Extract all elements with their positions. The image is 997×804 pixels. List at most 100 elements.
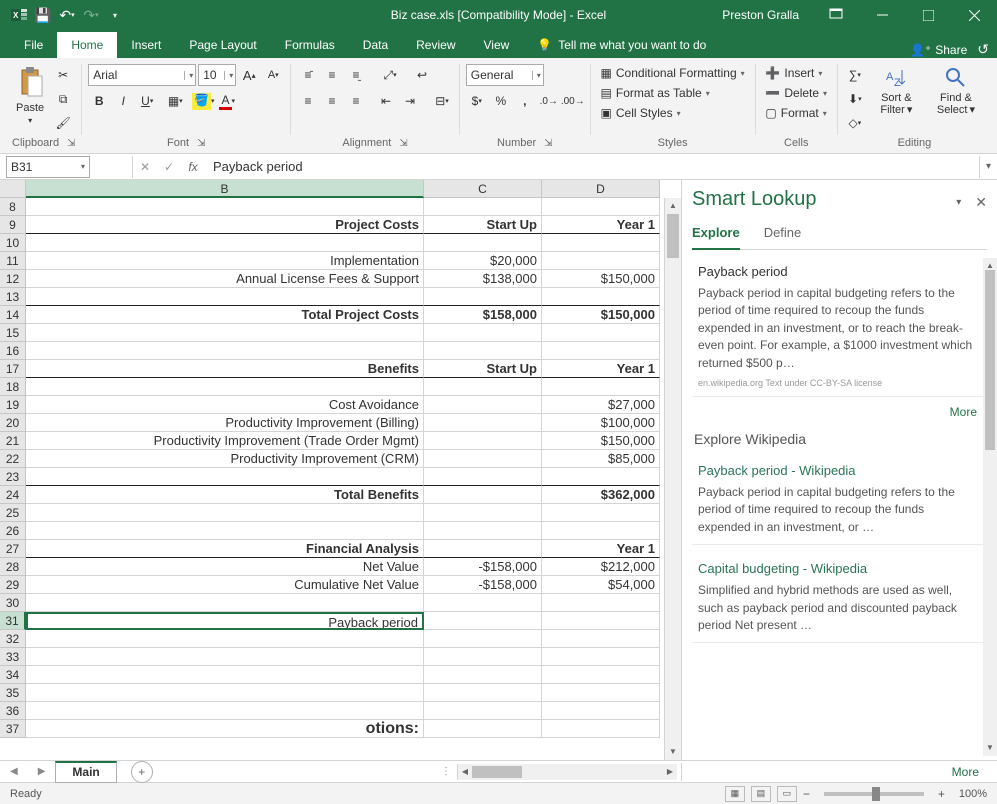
cell-B10[interactable] <box>26 234 424 252</box>
increase-decimal-icon[interactable]: .0→ <box>538 90 560 112</box>
row-header-20[interactable]: 20 <box>0 414 26 432</box>
cell-B35[interactable] <box>26 684 424 702</box>
tab-data[interactable]: Data <box>349 32 402 58</box>
cell-D13[interactable] <box>542 288 660 306</box>
row-header-17[interactable]: 17 <box>0 360 26 378</box>
cell-C36[interactable] <box>424 702 542 720</box>
cell-D10[interactable] <box>542 234 660 252</box>
cell-B26[interactable] <box>26 522 424 540</box>
row-header-25[interactable]: 25 <box>0 504 26 522</box>
tab-home[interactable]: Home <box>57 32 117 58</box>
cell-D33[interactable] <box>542 648 660 666</box>
cell-D14[interactable]: $150,000 <box>542 306 660 324</box>
cell-D11[interactable] <box>542 252 660 270</box>
add-sheet-button[interactable]: + <box>131 761 153 783</box>
autosum-icon[interactable]: ∑ ▾ <box>844 64 866 86</box>
increase-indent-icon[interactable]: ⇥ <box>399 90 421 112</box>
cell-B22[interactable]: Productivity Improvement (CRM) <box>26 450 424 468</box>
undo-icon[interactable]: ↶▾ <box>58 6 76 24</box>
cell-B9[interactable]: Project Costs <box>26 216 424 234</box>
cell-C37[interactable] <box>424 720 542 738</box>
maximize-icon[interactable] <box>905 0 951 30</box>
pane-tab-define[interactable]: Define <box>764 219 802 249</box>
close-icon[interactable] <box>951 0 997 30</box>
cell-C13[interactable] <box>424 288 542 306</box>
cell-D26[interactable] <box>542 522 660 540</box>
hscroll-thumb[interactable] <box>472 766 522 778</box>
cell-B28[interactable]: Net Value <box>26 558 424 576</box>
cell-D27[interactable]: Year 1 <box>542 540 660 558</box>
cut-icon[interactable]: ✂ <box>52 64 74 86</box>
row-header-12[interactable]: 12 <box>0 270 26 288</box>
row-header-10[interactable]: 10 <box>0 234 26 252</box>
sheet-nav-prev-icon[interactable]: ◀ <box>0 766 28 777</box>
row-header-32[interactable]: 32 <box>0 630 26 648</box>
cell-C35[interactable] <box>424 684 542 702</box>
cell-B15[interactable] <box>26 324 424 342</box>
cell-C15[interactable] <box>424 324 542 342</box>
cell-B12[interactable]: Annual License Fees & Support <box>26 270 424 288</box>
ribbon-display-icon[interactable] <box>813 0 859 30</box>
user-name[interactable]: Preston Gralla <box>722 8 799 22</box>
zoom-level[interactable]: 100% <box>959 788 987 800</box>
column-header-C[interactable]: C <box>424 180 542 198</box>
cell-B33[interactable] <box>26 648 424 666</box>
tab-file[interactable]: File <box>10 32 57 58</box>
insert-cells-button[interactable]: ➕Insert▾ <box>761 64 826 82</box>
number-launcher[interactable]: ⇲ <box>544 138 552 149</box>
row-header-14[interactable]: 14 <box>0 306 26 324</box>
cell-C32[interactable] <box>424 630 542 648</box>
scroll-thumb[interactable] <box>667 214 679 258</box>
pane-close-icon[interactable]: ✕ <box>975 194 987 211</box>
wiki-result-2[interactable]: Capital budgeting - Wikipedia Simplified… <box>692 551 983 643</box>
cell-C21[interactable] <box>424 432 542 450</box>
cell-C8[interactable] <box>424 198 542 216</box>
cell-C29[interactable]: -$158,000 <box>424 576 542 594</box>
cell-B36[interactable] <box>26 702 424 720</box>
cell-D9[interactable]: Year 1 <box>542 216 660 234</box>
cell-C34[interactable] <box>424 666 542 684</box>
cell-B31[interactable]: Payback period <box>26 612 424 630</box>
align-left-icon[interactable]: ≡ <box>297 90 319 112</box>
lookup-more-link[interactable]: More <box>692 403 983 421</box>
row-header-29[interactable]: 29 <box>0 576 26 594</box>
pane-tab-explore[interactable]: Explore <box>692 219 740 250</box>
row-header-35[interactable]: 35 <box>0 684 26 702</box>
cell-C23[interactable] <box>424 468 542 486</box>
pane-scroll-down-icon[interactable]: ▼ <box>983 740 997 756</box>
cell-C28[interactable]: -$158,000 <box>424 558 542 576</box>
row-header-9[interactable]: 9 <box>0 216 26 234</box>
row-header-16[interactable]: 16 <box>0 342 26 360</box>
cell-C22[interactable] <box>424 450 542 468</box>
cell-B29[interactable]: Cumulative Net Value <box>26 576 424 594</box>
delete-cells-button[interactable]: ➖Delete▾ <box>761 84 831 102</box>
view-normal-icon[interactable]: ▦ <box>725 786 745 802</box>
sheet-nav-next-icon[interactable]: ▶ <box>28 766 56 777</box>
cell-D21[interactable]: $150,000 <box>542 432 660 450</box>
font-name-combo[interactable]: Arial▾ <box>88 64 196 86</box>
cell-B18[interactable] <box>26 378 424 396</box>
row-header-8[interactable]: 8 <box>0 198 26 216</box>
decrease-indent-icon[interactable]: ⇤ <box>375 90 397 112</box>
redo-icon[interactable]: ↷▾ <box>82 6 100 24</box>
share-button[interactable]: 👤⁺ Share <box>910 43 967 57</box>
cell-B19[interactable]: Cost Avoidance <box>26 396 424 414</box>
horizontal-scrollbar[interactable]: ◀ ▶ <box>457 764 677 780</box>
comma-button[interactable]: , <box>514 90 536 112</box>
sheet-tab-main[interactable]: Main <box>55 761 116 783</box>
cell-B27[interactable]: Financial Analysis <box>26 540 424 558</box>
cell-C24[interactable] <box>424 486 542 504</box>
pane-options-icon[interactable]: ▾ <box>946 197 971 208</box>
row-header-22[interactable]: 22 <box>0 450 26 468</box>
accounting-button[interactable]: $ ▾ <box>466 90 488 112</box>
cell-D20[interactable]: $100,000 <box>542 414 660 432</box>
cell-C20[interactable] <box>424 414 542 432</box>
row-header-37[interactable]: 37 <box>0 720 26 738</box>
copy-icon[interactable]: ⧉ <box>52 88 74 110</box>
cell-D24[interactable]: $362,000 <box>542 486 660 504</box>
fx-icon[interactable]: fx <box>181 156 205 178</box>
scroll-up-icon[interactable]: ▲ <box>665 198 681 214</box>
tab-page-layout[interactable]: Page Layout <box>175 32 270 58</box>
paste-button[interactable]: Paste ▾ <box>12 64 48 127</box>
cell-C31[interactable] <box>424 612 542 630</box>
